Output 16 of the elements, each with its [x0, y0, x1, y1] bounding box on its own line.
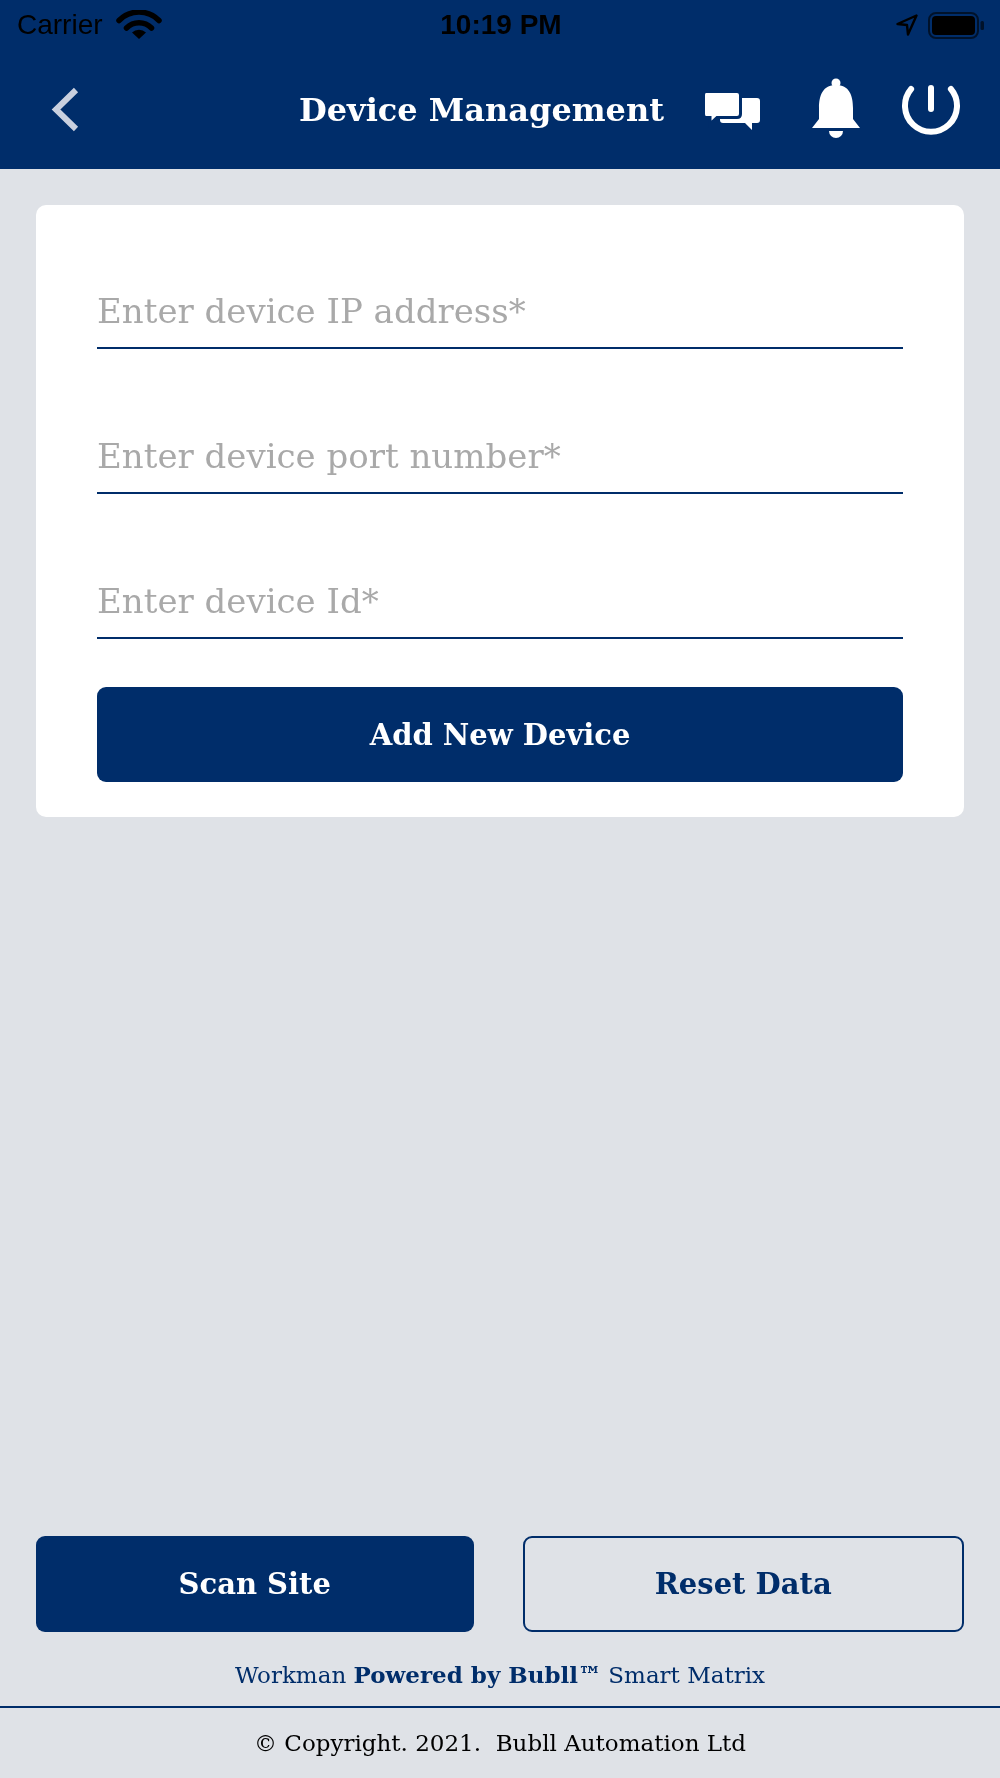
back-chevron-icon[interactable]: [50, 87, 80, 132]
status-time: 10:19 PM: [440, 9, 562, 41]
input-field[interactable]: Enter device IP address*: [97, 285, 903, 349]
input-field[interactable]: Enter device port number*: [97, 430, 903, 494]
add-device-button[interactable]: Add New Device: [97, 687, 903, 782]
location-arrow-icon: [896, 14, 918, 36]
tagline-text: Workman Powered by Bubll™ Smart Matrix: [235, 1660, 765, 1690]
battery-icon: [928, 11, 985, 39]
carrier-label: Carrier: [17, 9, 103, 41]
page-title: Device Management: [299, 90, 664, 129]
wifi-icon: [114, 10, 163, 40]
input-field[interactable]: Enter device Id*: [97, 575, 903, 639]
action-button[interactable]: Reset Data: [522, 1536, 964, 1632]
action-button[interactable]: Scan Site: [36, 1536, 474, 1632]
power-icon[interactable]: [901, 84, 961, 135]
copyright-text: © Copyright. 2021. Bubll Automation Ltd: [254, 1730, 746, 1756]
